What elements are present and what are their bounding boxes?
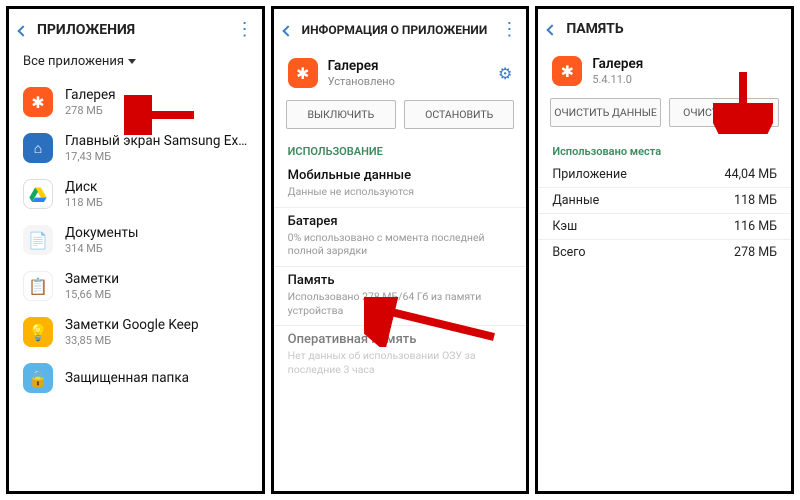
page-title: ПРИЛОЖЕНИЯ bbox=[37, 22, 135, 38]
app-size: 278 МБ bbox=[65, 104, 248, 117]
app-name: Заметки bbox=[65, 271, 248, 287]
stat-key: Приложение bbox=[552, 167, 627, 182]
app-name: Защищенная папка bbox=[65, 370, 248, 386]
gallery-icon: ✱ bbox=[288, 58, 318, 88]
stat-key: Кэш bbox=[552, 219, 577, 234]
row-memory[interactable]: Память Использовано 278 МБ/64 Гб из памя… bbox=[274, 267, 527, 326]
app-name: Галерея bbox=[592, 56, 777, 72]
app-row-docs[interactable]: 📄 Документы 314 МБ bbox=[9, 217, 262, 263]
page-title: ПАМЯТЬ bbox=[566, 21, 623, 37]
app-size: 33,85 МБ bbox=[65, 334, 248, 347]
row-ram[interactable]: Оперативная память Нет данных об использ… bbox=[274, 326, 527, 384]
stat-val: 116 МБ bbox=[734, 219, 777, 234]
drive-icon bbox=[23, 179, 53, 209]
app-row-drive[interactable]: Диск 118 МБ bbox=[9, 171, 262, 217]
action-buttons: ОЧИСТИТЬ ДАННЫЕ ОЧИСТИТЬ КЭШ bbox=[538, 94, 791, 137]
label: Мобильные данные bbox=[288, 168, 513, 183]
app-name: Главный экран Samsung Experie.. bbox=[65, 133, 248, 149]
app-name: Галерея bbox=[328, 58, 488, 74]
menu-icon[interactable]: ⋮ bbox=[236, 19, 252, 40]
app-size: 17,43 МБ bbox=[65, 150, 248, 163]
app-row-keep[interactable]: 💡 Заметки Google Keep 33,85 МБ bbox=[9, 309, 262, 355]
header: ИНФОРМАЦИЯ О ПРИЛОЖЕНИИ ⋮ bbox=[274, 9, 527, 48]
stat-val: 118 МБ bbox=[734, 193, 777, 208]
back-icon[interactable] bbox=[19, 20, 27, 39]
section-used-space: Использовано места bbox=[538, 137, 791, 162]
app-row-notes[interactable]: 📋 Заметки 15,66 МБ bbox=[9, 263, 262, 309]
label: Память bbox=[288, 273, 513, 288]
value: Данные не используются bbox=[288, 185, 513, 199]
stop-button[interactable]: ОСТАНОВИТЬ bbox=[404, 100, 514, 129]
app-name: Документы bbox=[65, 225, 248, 241]
panel-apps: ПРИЛОЖЕНИЯ ⋮ Все приложения ✱ Галерея 27… bbox=[6, 6, 265, 494]
app-size: 118 МБ bbox=[65, 196, 248, 209]
filter-dropdown[interactable]: Все приложения bbox=[9, 48, 262, 79]
label: Батарея bbox=[288, 214, 513, 229]
value: Нет данных об использовании ОЗУ за после… bbox=[288, 349, 513, 376]
label: Оперативная память bbox=[288, 332, 513, 347]
row-mobile-data[interactable]: Мобильные данные Данные не используются bbox=[274, 162, 527, 208]
row-battery[interactable]: Батарея 0% использовано с момента послед… bbox=[274, 208, 527, 267]
app-name: Заметки Google Keep bbox=[65, 317, 248, 333]
app-row-home[interactable]: ⌂ Главный экран Samsung Experie.. 17,43 … bbox=[9, 125, 262, 171]
action-buttons: ВЫКЛЮЧИТЬ ОСТАНОВИТЬ bbox=[274, 96, 527, 139]
secure-folder-icon: 🔒 bbox=[23, 363, 53, 393]
gear-icon[interactable]: ⚙ bbox=[498, 64, 512, 83]
panel-memory: ПАМЯТЬ ✱ Галерея 5.4.11.0 ОЧИСТИТЬ ДАННЫ… bbox=[535, 6, 794, 494]
value: 0% использовано с момента последней полн… bbox=[288, 231, 513, 258]
storage-stats: Приложение 44,04 МБ Данные 118 МБ Кэш 116 М… bbox=[538, 162, 791, 265]
app-header: ✱ Галерея Установлено ⚙ bbox=[274, 48, 527, 96]
stat-key: Данные bbox=[552, 193, 599, 208]
stat-row: Всего 278 МБ bbox=[538, 240, 791, 265]
app-status: Установлено bbox=[328, 75, 488, 88]
documents-icon: 📄 bbox=[23, 225, 53, 255]
app-list: ✱ Галерея 278 МБ ⌂ Главный экран Samsung… bbox=[9, 79, 262, 491]
app-size: 314 МБ bbox=[65, 242, 248, 255]
chevron-down-icon bbox=[128, 59, 136, 64]
app-header: ✱ Галерея 5.4.11.0 bbox=[538, 46, 791, 94]
filter-label: Все приложения bbox=[23, 54, 124, 69]
app-row-secure[interactable]: 🔒 Защищенная папка bbox=[9, 355, 262, 401]
gallery-icon: ✱ bbox=[552, 56, 582, 86]
clear-data-button[interactable]: ОЧИСТИТЬ ДАННЫЕ bbox=[550, 98, 660, 127]
back-icon[interactable] bbox=[284, 20, 292, 39]
stat-val: 278 МБ bbox=[734, 245, 777, 260]
stat-val: 44,04 МБ bbox=[725, 167, 777, 182]
menu-icon[interactable]: ⋮ bbox=[500, 19, 516, 40]
stat-row: Приложение 44,04 МБ bbox=[538, 162, 791, 188]
home-icon: ⌂ bbox=[23, 133, 53, 163]
page-title: ИНФОРМАЦИЯ О ПРИЛОЖЕНИИ bbox=[302, 23, 488, 37]
keep-icon: 💡 bbox=[23, 317, 53, 347]
stat-row: Данные 118 МБ bbox=[538, 188, 791, 214]
value: Использовано 278 МБ/64 Гб из памяти устр… bbox=[288, 290, 513, 317]
stat-row: Кэш 116 МБ bbox=[538, 214, 791, 240]
panel-app-info: ИНФОРМАЦИЯ О ПРИЛОЖЕНИИ ⋮ ✱ Галерея Уста… bbox=[271, 6, 530, 494]
app-name: Галерея bbox=[65, 87, 248, 103]
app-version: 5.4.11.0 bbox=[592, 73, 777, 86]
disable-button[interactable]: ВЫКЛЮЧИТЬ bbox=[286, 100, 396, 129]
header: ПАМЯТЬ bbox=[538, 9, 791, 46]
back-icon[interactable] bbox=[548, 19, 556, 38]
stat-key: Всего bbox=[552, 245, 585, 260]
app-size: 15,66 МБ bbox=[65, 288, 248, 301]
notes-icon: 📋 bbox=[23, 271, 53, 301]
app-name: Диск bbox=[65, 179, 248, 195]
gallery-icon: ✱ bbox=[23, 87, 53, 117]
clear-cache-button[interactable]: ОЧИСТИТЬ КЭШ bbox=[669, 98, 779, 127]
section-usage: ИСПОЛЬЗОВАНИЕ bbox=[274, 139, 527, 162]
header: ПРИЛОЖЕНИЯ ⋮ bbox=[9, 9, 262, 48]
app-row-gallery[interactable]: ✱ Галерея 278 МБ bbox=[9, 79, 262, 125]
